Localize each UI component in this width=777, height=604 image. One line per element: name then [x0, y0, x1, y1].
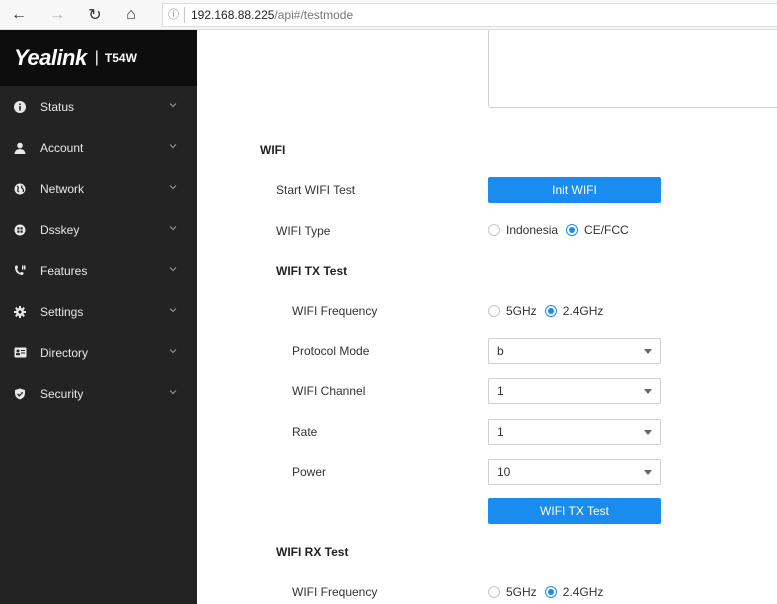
- wifi-channel-label: WIFI Channel: [292, 384, 366, 398]
- protocol-mode-label: Protocol Mode: [292, 344, 370, 358]
- grid-circle-icon: [14, 223, 32, 237]
- contact-card-icon: [14, 346, 32, 360]
- radio-rx-2-4ghz[interactable]: [544, 586, 557, 598]
- wifi-channel-value: 1: [497, 384, 504, 398]
- chevron-down-icon: [169, 103, 177, 108]
- wifi-tx-test-button[interactable]: WIFI TX Test: [488, 498, 661, 524]
- home-icon[interactable]: ⌂: [120, 4, 142, 26]
- radio-tx-2-4ghz[interactable]: [544, 305, 557, 317]
- radio-label-ce-fcc: CE/FCC: [584, 223, 629, 237]
- browser-toolbar: ← → ↻ ⌂ ⓘ 192.168.88.225/api#/testmode: [0, 0, 777, 30]
- chevron-down-icon: [169, 226, 177, 231]
- chevron-down-icon: [169, 349, 177, 354]
- sidebar-item-security[interactable]: Security: [0, 373, 197, 414]
- sidebar: Yealink | T54W Status Account Network Ds…: [0, 30, 197, 604]
- rx-wifi-frequency-label: WIFI Frequency: [292, 585, 378, 599]
- sidebar-item-label: Security: [40, 386, 84, 401]
- caret-down-icon: [644, 430, 652, 435]
- sidebar-item-label: Account: [40, 140, 84, 155]
- shield-icon: [14, 387, 32, 401]
- sidebar-item-label: Network: [40, 181, 85, 196]
- section-title-wifi: WIFI: [260, 143, 286, 157]
- sidebar-menu: Status Account Network Dsskey Features S…: [0, 86, 197, 414]
- address-bar[interactable]: ⓘ 192.168.88.225/api#/testmode: [162, 3, 777, 27]
- sidebar-item-directory[interactable]: Directory: [0, 332, 197, 373]
- rx-frequency-radio-group: 5GHz 2.4GHz: [488, 585, 611, 599]
- brand-logo: Yealink: [14, 45, 87, 70]
- radio-label-5ghz: 5GHz: [506, 304, 537, 318]
- wifi-type-radio-group: Indonesia CE/FCC: [488, 223, 637, 237]
- radio-ce-fcc[interactable]: [566, 224, 579, 236]
- sidebar-item-label: Settings: [40, 304, 84, 319]
- chevron-down-icon: [169, 267, 177, 272]
- start-wifi-test-label: Start WIFI Test: [276, 183, 356, 197]
- power-select[interactable]: 10: [488, 459, 661, 485]
- caret-down-icon: [644, 349, 652, 354]
- sidebar-item-dsskey[interactable]: Dsskey: [0, 209, 197, 250]
- wifi-channel-select[interactable]: 1: [488, 378, 661, 404]
- section-title-wifi-tx: WIFI TX Test: [276, 264, 348, 278]
- sidebar-item-label: Directory: [40, 345, 89, 360]
- refresh-icon[interactable]: ↻: [84, 4, 106, 26]
- rate-label: Rate: [292, 425, 318, 439]
- globe-icon: [14, 182, 32, 196]
- caret-down-icon: [644, 470, 652, 475]
- radio-label-5ghz: 5GHz: [506, 585, 537, 599]
- wifi-type-label: WIFI Type: [276, 224, 331, 238]
- forward-arrow-icon[interactable]: →: [46, 4, 68, 26]
- url-host: 192.168.88.225: [191, 8, 275, 22]
- phone-icon: [14, 264, 32, 278]
- user-icon: [14, 141, 32, 155]
- brand-model: T54W: [104, 51, 137, 65]
- tx-wifi-frequency-label: WIFI Frequency: [292, 304, 378, 318]
- tx-frequency-radio-group: 5GHz 2.4GHz: [488, 304, 611, 318]
- radio-indonesia[interactable]: [488, 224, 500, 236]
- back-arrow-icon[interactable]: ←: [8, 4, 30, 26]
- site-info-icon[interactable]: ⓘ: [163, 7, 185, 23]
- power-label: Power: [292, 465, 327, 479]
- sidebar-item-settings[interactable]: Settings: [0, 291, 197, 332]
- sidebar-item-label: Status: [40, 99, 75, 114]
- chevron-down-icon: [169, 185, 177, 190]
- sidebar-item-status[interactable]: Status: [0, 86, 197, 127]
- power-value: 10: [497, 465, 511, 479]
- text-area[interactable]: [488, 30, 777, 108]
- brand-header: Yealink | T54W: [0, 30, 197, 86]
- caret-down-icon: [644, 389, 652, 394]
- brand-separator: |: [94, 49, 99, 66]
- info-circle-icon: [14, 100, 32, 114]
- section-title-wifi-rx: WIFI RX Test: [276, 545, 349, 559]
- gear-icon: [14, 305, 32, 319]
- radio-label-2-4ghz: 2.4GHz: [562, 304, 604, 318]
- sidebar-item-account[interactable]: Account: [0, 127, 197, 168]
- radio-label-2-4ghz: 2.4GHz: [562, 585, 604, 599]
- url-text[interactable]: 192.168.88.225/api#/testmode: [185, 8, 353, 22]
- radio-tx-5ghz[interactable]: [488, 305, 500, 317]
- chevron-down-icon: [169, 390, 177, 395]
- url-path: /api#/testmode: [274, 8, 354, 22]
- protocol-mode-value: b: [497, 344, 504, 358]
- main-content: WIFI Start WIFI Test Init WIFI WIFI Type…: [197, 30, 777, 604]
- chevron-down-icon: [169, 308, 177, 313]
- radio-label-indonesia: Indonesia: [506, 223, 559, 237]
- rate-select[interactable]: 1: [488, 419, 661, 445]
- rate-value: 1: [497, 425, 504, 439]
- sidebar-item-features[interactable]: Features: [0, 250, 197, 291]
- protocol-mode-select[interactable]: b: [488, 338, 661, 364]
- sidebar-item-label: Dsskey: [40, 222, 80, 237]
- radio-rx-5ghz[interactable]: [488, 586, 500, 598]
- init-wifi-button[interactable]: Init WIFI: [488, 177, 661, 203]
- chevron-down-icon: [169, 144, 177, 149]
- sidebar-item-label: Features: [40, 263, 88, 278]
- sidebar-item-network[interactable]: Network: [0, 168, 197, 209]
